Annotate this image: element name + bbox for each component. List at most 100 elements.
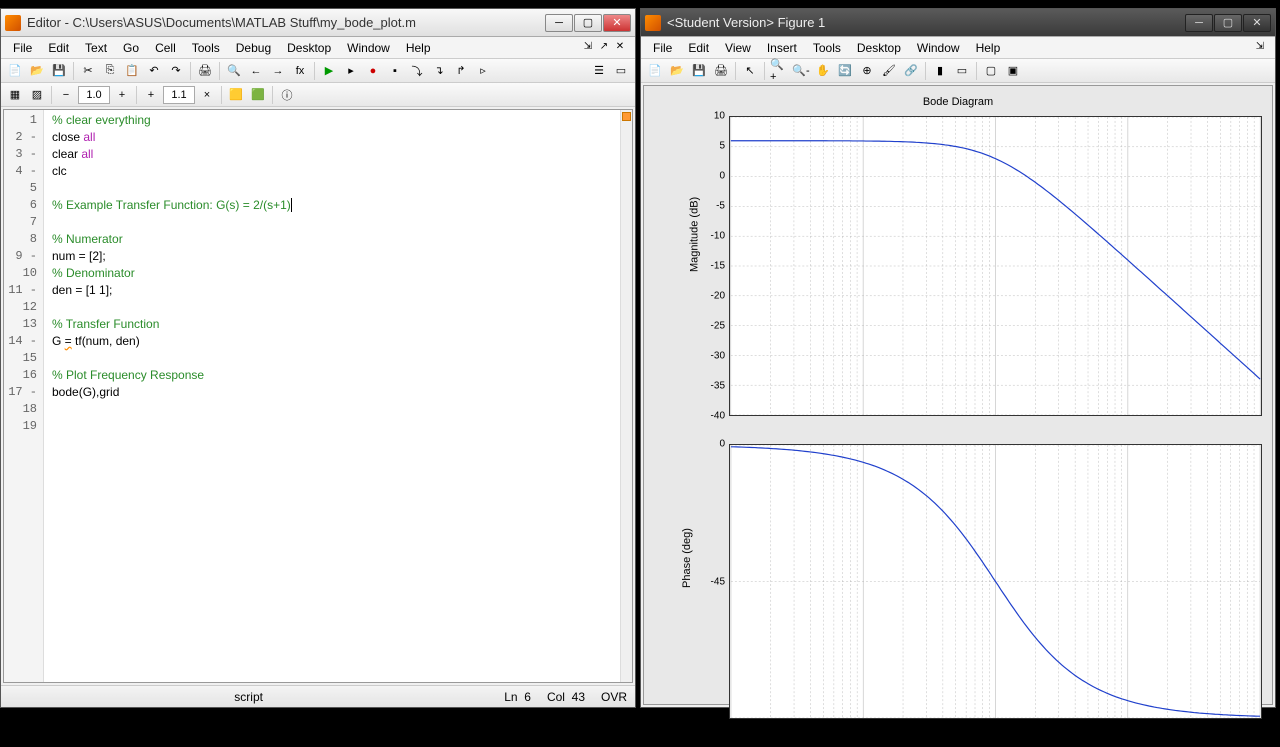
editor-toolbar-1: 📄 📂 💾 ✂ ⎘ 📋 ↶ ↷ 🖨 🔍 ← → fx ▶ ▸ ● ▪ ⤵ ↴ ↱… [1, 59, 635, 83]
dock-toggle-icon[interactable]: ⇲ [581, 41, 595, 55]
status-line: Ln 6 [504, 690, 531, 704]
legend-icon[interactable]: ▭ [952, 61, 972, 81]
stack-icon[interactable]: ☰ [589, 61, 609, 81]
menu-window[interactable]: Window [339, 39, 398, 57]
pan-icon[interactable]: ✋ [813, 61, 833, 81]
undo-icon[interactable]: ↶ [144, 61, 164, 81]
pointer-icon[interactable]: ↖ [740, 61, 760, 81]
menu-file[interactable]: File [645, 39, 680, 57]
breakpoint-icon[interactable]: ● [363, 61, 383, 81]
new-fig-icon[interactable]: 📄 [645, 61, 665, 81]
zoom-out-icon[interactable]: 🔍- [791, 61, 811, 81]
code-area[interactable]: % clear everythingclose allclear allclc%… [44, 110, 632, 682]
forward-icon[interactable]: → [268, 61, 288, 81]
step-in-icon[interactable]: ↴ [429, 61, 449, 81]
magnitude-plot: Magnitude (dB) 1050-5-10-15-20-25-30-35-… [729, 116, 1262, 416]
menu-desktop[interactable]: Desktop [849, 39, 909, 57]
menu-tools[interactable]: Tools [184, 39, 228, 57]
minimize-button[interactable]: ─ [545, 14, 573, 32]
minimize-button[interactable]: ─ [1185, 14, 1213, 32]
goto-icon[interactable]: fx [290, 61, 310, 81]
status-type: script [234, 690, 263, 704]
menu-insert[interactable]: Insert [759, 39, 805, 57]
menu-help[interactable]: Help [968, 39, 1009, 57]
maximize-button[interactable]: ▢ [1214, 14, 1242, 32]
line-gutter: 12 -3 -4 -56789 -1011 -121314 -151617 -1… [4, 110, 44, 682]
run-icon[interactable]: ▶ [319, 61, 339, 81]
link-icon[interactable]: 🔗 [901, 61, 921, 81]
menu-help[interactable]: Help [398, 39, 439, 57]
brush-icon[interactable]: 🖌 [879, 61, 899, 81]
menu-text[interactable]: Text [77, 39, 115, 57]
cut-icon[interactable]: ✂ [78, 61, 98, 81]
publish2-icon[interactable]: 🟩 [248, 85, 268, 105]
open-fig-icon[interactable]: 📂 [667, 61, 687, 81]
plus-icon[interactable]: + [112, 85, 132, 105]
layout-icon[interactable]: ▭ [611, 61, 631, 81]
menu-go[interactable]: Go [115, 39, 147, 57]
menu-edit[interactable]: Edit [680, 39, 717, 57]
paste-icon[interactable]: 📋 [122, 61, 142, 81]
dock-icon[interactable]: ⇲ [1253, 41, 1267, 55]
zoom-in-icon[interactable]: 🔍+ [769, 61, 789, 81]
close-tab-icon[interactable]: ✕ [613, 41, 627, 55]
print-icon[interactable]: 🖨 [195, 61, 215, 81]
show-tools-icon[interactable]: ▣ [1003, 61, 1023, 81]
undock-icon[interactable]: ↗ [597, 41, 611, 55]
copy-icon[interactable]: ⎘ [100, 61, 120, 81]
minus-icon[interactable]: − [56, 85, 76, 105]
matlab-icon [645, 15, 661, 31]
find-icon[interactable]: 🔍 [224, 61, 244, 81]
warning-marker-icon[interactable] [622, 112, 631, 121]
code-analyzer-bar[interactable] [620, 110, 632, 682]
close-button[interactable]: ✕ [1243, 14, 1271, 32]
run-advance-icon[interactable]: ▸ [341, 61, 361, 81]
colorbar-icon[interactable]: ▮ [930, 61, 950, 81]
menu-debug[interactable]: Debug [228, 39, 279, 57]
phase-plot: Phase (deg) Frequency (rad/s) 0-45-9010⁻… [729, 444, 1262, 719]
step-icon[interactable]: ⤵ [407, 61, 427, 81]
new-file-icon[interactable]: 📄 [5, 61, 25, 81]
redo-icon[interactable]: ↷ [166, 61, 186, 81]
times-icon[interactable]: × [197, 85, 217, 105]
xlabel-frequency: Frequency (rad/s) [729, 735, 1262, 747]
status-ovr: OVR [601, 690, 627, 704]
save-fig-icon[interactable]: 💾 [689, 61, 709, 81]
cell-eval-icon[interactable]: ▨ [27, 85, 47, 105]
figure-menubar: File Edit View Insert Tools Desktop Wind… [641, 37, 1275, 59]
menu-view[interactable]: View [717, 39, 759, 57]
back-icon[interactable]: ← [246, 61, 266, 81]
save-icon[interactable]: 💾 [49, 61, 69, 81]
matlab-icon [5, 15, 21, 31]
print-fig-icon[interactable]: 🖨 [711, 61, 731, 81]
menu-edit[interactable]: Edit [40, 39, 77, 57]
menu-tools[interactable]: Tools [805, 39, 849, 57]
editor-menubar: File Edit Text Go Cell Tools Debug Deskt… [1, 37, 635, 59]
info-icon[interactable]: ⓘ [277, 85, 297, 105]
editor-body: 12 -3 -4 -56789 -1011 -121314 -151617 -1… [3, 109, 633, 683]
editor-window: Editor - C:\Users\ASUS\Documents\MATLAB … [0, 8, 636, 708]
data-cursor-icon[interactable]: ⊕ [857, 61, 877, 81]
continue-icon[interactable]: ▹ [473, 61, 493, 81]
menu-cell[interactable]: Cell [147, 39, 184, 57]
minus2-icon[interactable]: + [141, 85, 161, 105]
maximize-button[interactable]: ▢ [574, 14, 602, 32]
hide-tools-icon[interactable]: ▢ [981, 61, 1001, 81]
figure-canvas: Bode Diagram Magnitude (dB) 1050-5-10-15… [643, 85, 1273, 705]
step-out-icon[interactable]: ↱ [451, 61, 471, 81]
figure-titlebar[interactable]: <Student Version> Figure 1 ─ ▢ ✕ [641, 9, 1275, 37]
figure-toolbar: 📄 📂 💾 🖨 ↖ 🔍+ 🔍- ✋ 🔄 ⊕ 🖌 🔗 ▮ ▭ ▢ ▣ [641, 59, 1275, 83]
editor-titlebar[interactable]: Editor - C:\Users\ASUS\Documents\MATLAB … [1, 9, 635, 37]
cell-new-icon[interactable]: ▦ [5, 85, 25, 105]
menu-window[interactable]: Window [909, 39, 968, 57]
menu-desktop[interactable]: Desktop [279, 39, 339, 57]
open-file-icon[interactable]: 📂 [27, 61, 47, 81]
divide-input-1[interactable] [78, 86, 110, 104]
figure-window: <Student Version> Figure 1 ─ ▢ ✕ File Ed… [640, 8, 1276, 708]
divide-input-2[interactable] [163, 86, 195, 104]
menu-file[interactable]: File [5, 39, 40, 57]
stop-icon[interactable]: ▪ [385, 61, 405, 81]
close-button[interactable]: ✕ [603, 14, 631, 32]
rotate-icon[interactable]: 🔄 [835, 61, 855, 81]
publish-icon[interactable]: 🟨 [226, 85, 246, 105]
